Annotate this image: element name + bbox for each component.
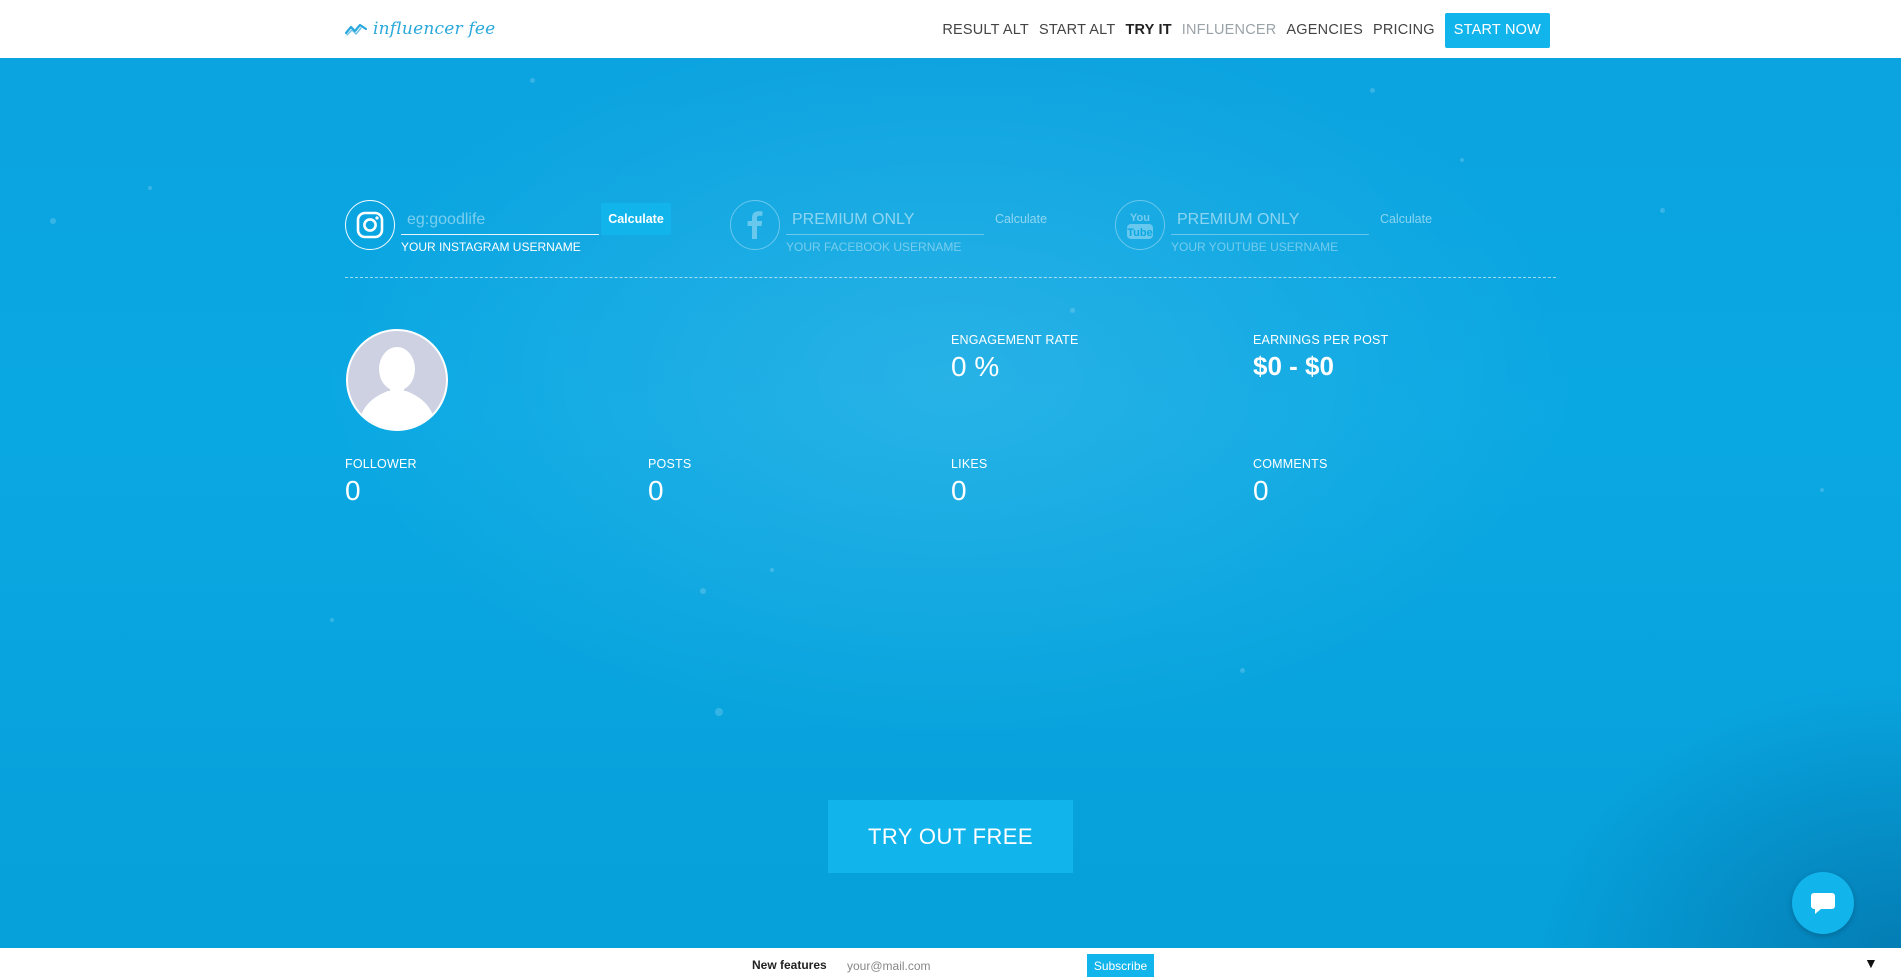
bg-particle xyxy=(1070,308,1075,313)
bg-particle xyxy=(715,708,723,716)
bg-particle xyxy=(700,588,706,594)
new-features-label: New features xyxy=(752,958,827,972)
earnings-per-post-value: $0 - $0 xyxy=(1253,351,1334,381)
chat-widget-button[interactable] xyxy=(1792,872,1854,934)
youtube-username-input[interactable] xyxy=(1171,205,1369,235)
earnings-per-post-stat: EARNINGS PER POST $0 - $0 xyxy=(1253,333,1388,382)
comments-stat: COMMENTS 0 xyxy=(1253,457,1328,507)
nav-pricing[interactable]: PRICING xyxy=(1373,22,1435,38)
facebook-field-label: YOUR FACEBOOK USERNAME xyxy=(786,240,962,254)
facebook-calculate-button[interactable]: Calculate xyxy=(986,203,1056,235)
try-out-free-button[interactable]: TRY OUT FREE xyxy=(828,800,1073,873)
comments-label: COMMENTS xyxy=(1253,457,1328,471)
likes-label: LIKES xyxy=(951,457,988,471)
svg-text:Tube: Tube xyxy=(1127,227,1152,239)
follower-label: FOLLOWER xyxy=(345,457,417,471)
youtube-field-label: YOUR YOUTUBE USERNAME xyxy=(1171,240,1339,254)
svg-text:You: You xyxy=(1130,212,1150,224)
trend-logo-icon xyxy=(345,23,367,36)
earnings-per-post-label: EARNINGS PER POST xyxy=(1253,333,1389,347)
engagement-rate-value: 0 % xyxy=(951,351,1000,382)
main-nav: RESULT ALT START ALT TRY IT INFLUENCER A… xyxy=(932,12,1550,48)
facebook-username-input[interactable] xyxy=(786,205,984,235)
bg-particle xyxy=(330,618,334,622)
follower-value: 0 xyxy=(345,475,361,506)
posts-label: POSTS xyxy=(648,457,692,471)
start-now-button[interactable]: START NOW xyxy=(1444,12,1550,48)
engagement-rate-label: ENGAGEMENT RATE xyxy=(951,333,1079,347)
engagement-rate-stat: ENGAGEMENT RATE 0 % xyxy=(951,333,1079,383)
posts-stat: POSTS 0 xyxy=(648,457,691,507)
top-navigation-bar: influencer fee RESULT ALT START ALT TRY … xyxy=(0,0,1901,58)
nav-agencies[interactable]: AGENCIES xyxy=(1286,22,1363,38)
comments-value: 0 xyxy=(1253,475,1269,506)
bg-particle xyxy=(50,218,56,224)
bg-particle xyxy=(1660,208,1665,213)
brand-logo[interactable]: influencer fee xyxy=(345,16,495,42)
nav-result-alt[interactable]: RESULT ALT xyxy=(942,22,1029,38)
subscribe-button[interactable]: Subscribe xyxy=(1087,954,1154,977)
instagram-field-label: YOUR INSTAGRAM USERNAME xyxy=(401,240,581,254)
bg-particle xyxy=(148,186,152,190)
youtube-calculate-button[interactable]: Calculate xyxy=(1371,203,1441,235)
facebook-icon xyxy=(730,200,780,250)
section-divider xyxy=(345,277,1556,278)
likes-value: 0 xyxy=(951,475,967,506)
instagram-icon xyxy=(345,200,395,250)
logo-text: influencer fee xyxy=(373,19,496,39)
youtube-icon: You Tube xyxy=(1115,200,1165,250)
profile-avatar xyxy=(346,329,448,431)
bg-particle xyxy=(1370,88,1375,93)
nav-start-alt[interactable]: START ALT xyxy=(1039,22,1115,38)
bg-particle xyxy=(770,568,774,572)
bg-particle xyxy=(1460,158,1464,162)
newsletter-email-input[interactable] xyxy=(845,954,1089,978)
instagram-calculate-button[interactable]: Calculate xyxy=(601,203,671,235)
username-search-row: Calculate YOUR INSTAGRAM USERNAME Calcul… xyxy=(345,200,1556,280)
bg-particle xyxy=(1820,488,1824,492)
likes-stat: LIKES 0 xyxy=(951,457,987,507)
bg-particle xyxy=(530,78,535,83)
nav-try-it[interactable]: TRY IT xyxy=(1125,22,1171,38)
follower-stat: FOLLOWER 0 xyxy=(345,457,417,507)
newsletter-bar: New features Subscribe ▼ xyxy=(0,948,1901,980)
instagram-username-input[interactable] xyxy=(401,205,599,235)
bg-particle xyxy=(1240,668,1245,673)
user-silhouette-icon xyxy=(358,347,436,429)
posts-value: 0 xyxy=(648,475,664,506)
collapse-toggle-icon[interactable]: ▼ xyxy=(1864,955,1878,971)
nav-influencer[interactable]: INFLUENCER xyxy=(1182,22,1277,38)
chat-bubble-icon xyxy=(1811,893,1835,914)
